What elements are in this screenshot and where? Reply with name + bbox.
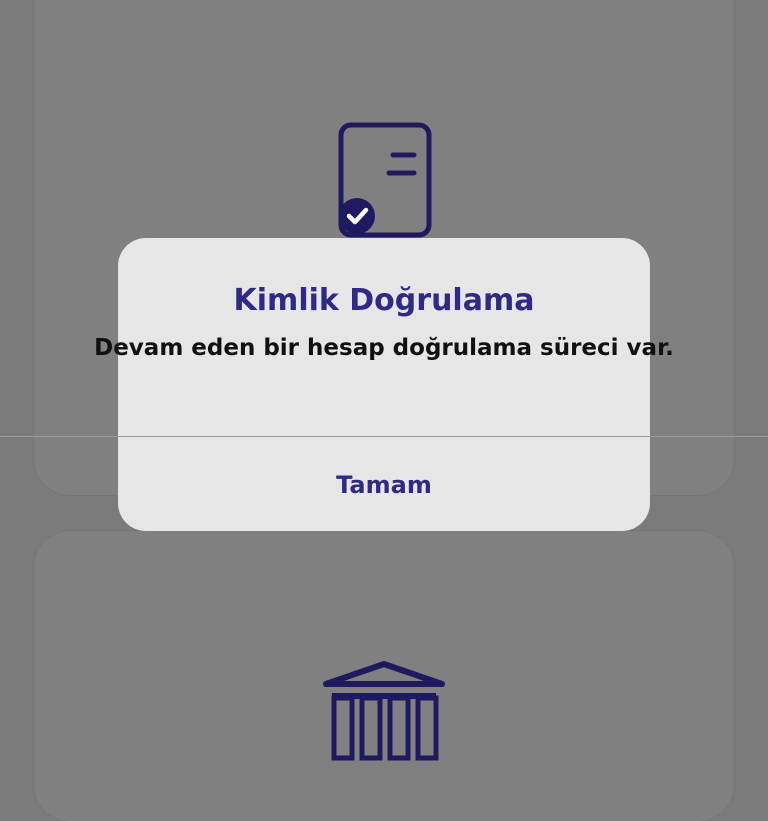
ok-button-label: Tamam xyxy=(336,471,432,499)
alert-message: Devam eden bir hesap doğrulama süreci va… xyxy=(94,335,674,361)
alert-title: Kimlik Doğrulama xyxy=(233,283,535,318)
ok-button[interactable]: Tamam xyxy=(0,437,768,531)
